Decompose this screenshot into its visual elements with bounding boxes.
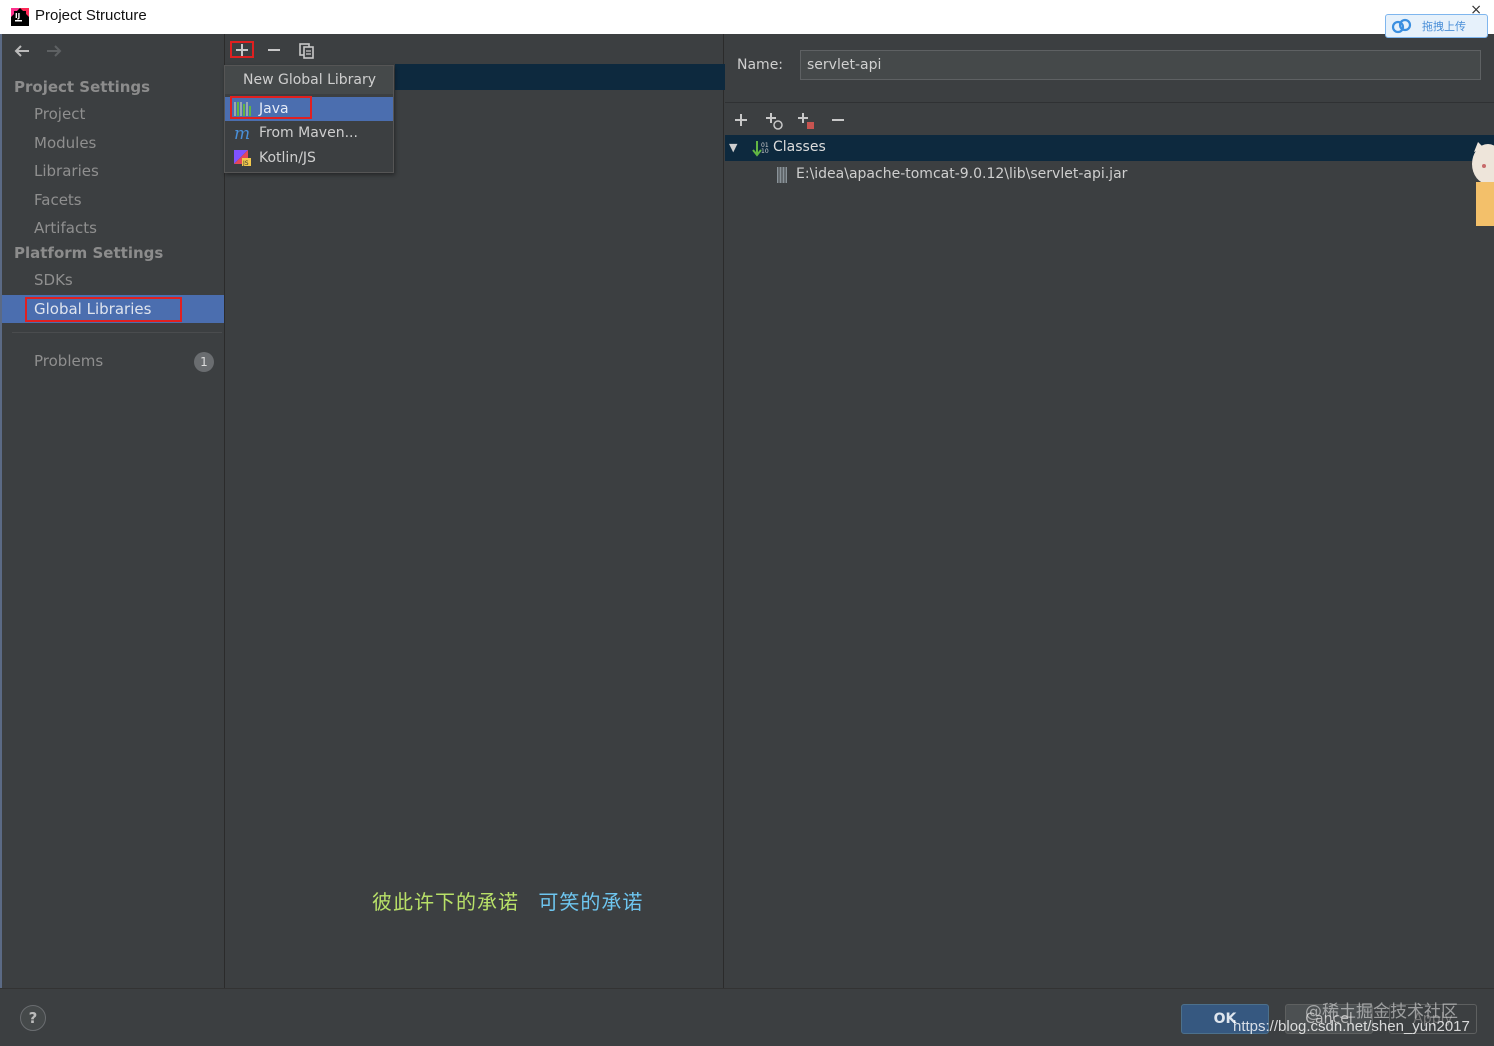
dialog-footer: ? OK Cancel Apply @稀土掘金技术社区 https://blog… [0,988,1494,1046]
svg-text:10: 10 [761,148,769,155]
svg-text:m: m [234,125,250,141]
sidebar-item-libraries[interactable]: Libraries [2,157,224,185]
sidebar-item-problems[interactable]: Problems 1 [2,347,224,375]
back-arrow-icon[interactable] [12,42,32,60]
overlay-caption: 彼此许下的承诺 可笑的承诺 [372,886,643,915]
sidebar-divider [12,332,222,333]
upload-badge-label: 拖拽上传 [1422,20,1466,33]
detail-divider [725,102,1494,103]
classes-toolbar [725,106,1494,134]
sidebar-item-modules[interactable]: Modules [2,129,224,157]
svg-text:JS: JS [242,160,249,166]
sidebar-item-artifacts[interactable]: Artifacts [2,214,224,242]
highlight-box-global-libraries [25,297,182,322]
new-global-library-popup: New Global Library Java m From Maven... … [224,65,394,173]
libraries-toolbar [225,34,725,64]
name-label: Name: [737,57,784,73]
problems-count-badge: 1 [194,352,214,372]
intellij-app-icon: IJ [11,8,29,26]
sidebar-item-facets[interactable]: Facets [2,186,224,214]
forward-arrow-icon[interactable] [44,42,64,60]
jar-file-icon [777,167,787,183]
svg-text:IJ: IJ [15,12,20,20]
platform-settings-header: Platform Settings [14,244,164,262]
popup-item-from-maven-label: From Maven... [259,125,358,141]
drag-upload-badge[interactable]: 拖拽上传 [1385,14,1488,38]
sidebar-item-sdks[interactable]: SDKs [2,266,224,294]
kotlin-js-icon: JS [234,150,251,166]
popup-header: New Global Library [225,66,393,94]
tree-node-classes-label: Classes [773,139,826,155]
highlight-box-add [230,41,254,58]
remove-button[interactable] [263,39,285,61]
add-from-maven-button[interactable] [794,109,816,131]
expand-triangle-icon[interactable]: ▼ [729,141,737,154]
attach-jar-button[interactable] [762,109,784,131]
remove-root-button[interactable] [827,109,849,131]
problems-label: Problems [34,352,104,370]
help-button[interactable]: ? [20,1005,46,1031]
window-title: Project Structure [35,7,147,24]
watermark-csdn: https://blog.csdn.net/shen_yun2017 [1233,1018,1470,1035]
library-list-selected-row[interactable] [395,64,725,90]
library-name-input[interactable]: servlet-api [800,50,1481,80]
cloud-icon [1391,18,1412,34]
popup-item-kotlin-js-label: Kotlin/JS [259,150,316,166]
overlay-caption-part-a: 彼此许下的承诺 [372,890,519,914]
overlay-caption-part-b: 可笑的承诺 [538,890,644,914]
title-bar: IJ Project Structure × [0,0,1494,34]
highlight-box-java [230,96,312,119]
project-settings-header: Project Settings [14,78,151,96]
mascot-decoration-icon [1472,142,1494,226]
tree-node-jar-label: E:\idea\apache-tomcat-9.0.12\lib\servlet… [796,166,1128,182]
tree-node-classes[interactable]: ▼ 01 10 Classes [725,135,1494,161]
popup-item-kotlin-js[interactable]: JS Kotlin/JS [225,146,393,170]
settings-sidebar: Project Settings Project Modules Librari… [0,34,224,988]
classes-root-icon: 01 10 [752,141,769,157]
add-root-button[interactable] [730,109,752,131]
tree-node-jar[interactable]: E:\idea\apache-tomcat-9.0.12\lib\servlet… [725,162,1494,188]
global-libraries-list-pane: 彼此许下的承诺 可笑的承诺 [224,34,725,988]
library-detail-pane: Name: servlet-api ▼ 01 10 Classes E:\ide… [725,34,1494,988]
maven-icon: m [234,125,250,141]
copy-button[interactable] [296,39,318,61]
popup-item-from-maven[interactable]: m From Maven... [225,121,393,145]
sidebar-item-project[interactable]: Project [2,100,224,128]
